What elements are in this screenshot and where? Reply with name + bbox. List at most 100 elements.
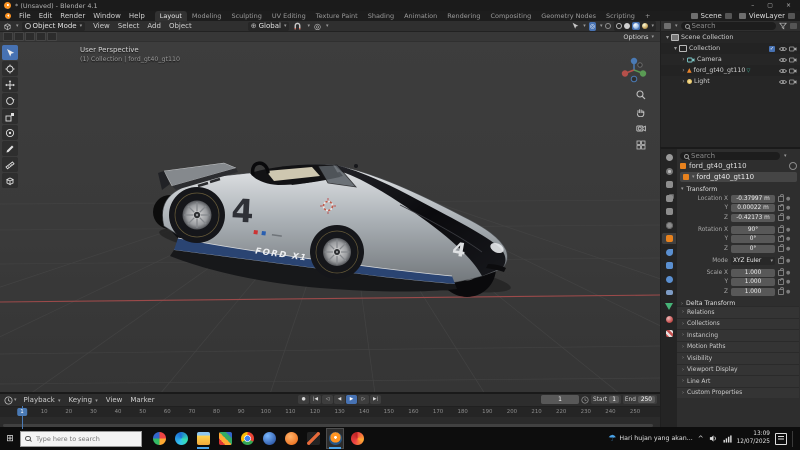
render-properties-tab[interactable]: [662, 166, 676, 177]
gizmo-dropdown-icon[interactable]: [571, 22, 579, 30]
gizmo-x-axis[interactable]: [621, 70, 629, 77]
cursor-tool[interactable]: [2, 61, 18, 76]
camera-view-icon[interactable]: [636, 124, 646, 135]
section-motion-paths[interactable]: › Motion Paths: [677, 340, 799, 352]
field-decorators[interactable]: ●: [778, 277, 790, 286]
gizmo-z-axis[interactable]: [630, 57, 638, 65]
snap-caret[interactable]: ▾: [307, 23, 310, 29]
view-layer-properties-tab[interactable]: [662, 193, 676, 204]
field-decorators[interactable]: ●: [778, 234, 790, 243]
field-decorators[interactable]: ●: [778, 225, 790, 233]
field-decorators[interactable]: ●: [778, 213, 790, 221]
properties-search[interactable]: Search: [680, 152, 780, 160]
car-model-render[interactable]: 4 4 FORD X1: [150, 160, 520, 347]
add-cube-tool[interactable]: [2, 173, 18, 188]
outliner-item-scene-collection[interactable]: ▾ Scene Collection: [661, 32, 800, 43]
workspace-tab-compositing[interactable]: Compositing: [485, 11, 536, 21]
play-reverse-button[interactable]: ◀: [334, 395, 345, 404]
taskbar-blender-button[interactable]: [326, 428, 344, 449]
hidden-icons-chevron[interactable]: ^: [698, 435, 704, 443]
particles-properties-tab[interactable]: [662, 260, 676, 271]
gizmo-axis-neg[interactable]: [637, 62, 643, 68]
workspace-tab-uv-editing[interactable]: UV Editing: [267, 11, 311, 21]
select-box-tool[interactable]: [2, 45, 18, 60]
auto-keying-button[interactable]: ●: [298, 395, 309, 404]
field-decorators[interactable]: ●: [778, 287, 790, 295]
transform-orientation-dropdown[interactable]: ⊕ Global ▾: [247, 21, 290, 31]
jump-to-start-button[interactable]: |◀: [310, 395, 321, 404]
render-visibility-icon[interactable]: [789, 46, 797, 52]
taskbar-red-circle-app-button[interactable]: [348, 428, 366, 449]
transform-value-field[interactable]: -0.42173 m: [731, 213, 775, 222]
section-relations[interactable]: › Relations: [677, 306, 799, 318]
taskbar-search[interactable]: [20, 430, 142, 447]
pin-id-icon[interactable]: [789, 162, 797, 170]
render-visibility-icon[interactable]: [789, 68, 797, 74]
exclude-checkbox[interactable]: ✓: [769, 45, 775, 52]
transform-value-field[interactable]: 0.00022 m: [731, 204, 775, 213]
menu-file[interactable]: File: [15, 12, 35, 20]
workspace-tab-texture-paint[interactable]: Texture Paint: [311, 11, 363, 21]
workspace-tab-geometry-nodes[interactable]: Geometry Nodes: [536, 11, 601, 21]
transform-value-field[interactable]: 90°: [731, 225, 775, 234]
section-viewport-display[interactable]: › Viewport Display: [677, 363, 799, 375]
action-center-icon[interactable]: [775, 432, 787, 445]
scale-tool[interactable]: [2, 109, 18, 124]
taskbar-blue-swirl-app-button[interactable]: [260, 428, 278, 449]
minimize-button[interactable]: –: [751, 2, 754, 9]
viewport-3d[interactable]: Options ▾ User Perspective (1) Collectio…: [0, 32, 660, 392]
timeline-editor-icon[interactable]: [4, 395, 13, 405]
view-layer-selector[interactable]: ViewLayer: [749, 12, 785, 20]
transform-value-field[interactable]: 0°: [731, 244, 775, 253]
gizmo-y-axis[interactable]: [639, 70, 647, 77]
rotate-tool[interactable]: [2, 93, 18, 108]
object-name-field[interactable]: ▾ ford_gt40_gt110: [680, 172, 797, 182]
outliner-search[interactable]: Search: [680, 22, 776, 30]
field-decorators[interactable]: ●: [778, 203, 790, 212]
viewport-menu-add[interactable]: Add: [143, 22, 165, 30]
workspace-tab-scripting[interactable]: Scripting: [601, 11, 640, 21]
texture-properties-tab[interactable]: [662, 328, 676, 339]
weather-widget[interactable]: ☂ Hari hujan yang akan...: [608, 434, 692, 444]
tool-properties-tab[interactable]: [662, 152, 676, 163]
hide-eye-icon[interactable]: [779, 57, 787, 63]
outliner-item-light[interactable]: › Light: [661, 76, 800, 87]
xray-toggle[interactable]: [605, 23, 612, 29]
volume-icon[interactable]: [709, 434, 718, 443]
end-frame-field[interactable]: End 250: [622, 395, 657, 404]
toggle-ortho-icon[interactable]: [636, 140, 646, 152]
menu-window[interactable]: Window: [89, 12, 125, 20]
collapse-icon[interactable]: ▾: [672, 45, 679, 52]
timeline-menu-playback[interactable]: Playback ▾: [20, 396, 65, 404]
workspace-tab-sculpting[interactable]: Sculpting: [226, 11, 266, 21]
expand-icon[interactable]: ›: [680, 67, 687, 74]
render-visibility-icon[interactable]: [789, 79, 797, 85]
hide-eye-icon[interactable]: [779, 68, 787, 74]
modifiers-properties-tab[interactable]: [662, 247, 676, 258]
taskbar-orange-app-button[interactable]: [282, 428, 300, 449]
rotation-mode-dropdown[interactable]: XYZ Euler ▾: [731, 256, 775, 265]
transform-value-field[interactable]: -0.37997 m: [731, 194, 775, 203]
overlays-toggle[interactable]: ◎: [588, 21, 596, 31]
object-properties-tab[interactable]: [662, 233, 676, 244]
timeline-editor-caret[interactable]: ▾: [14, 397, 17, 403]
workspace-tab-modeling[interactable]: Modeling: [187, 11, 227, 21]
add-workspace-button[interactable]: +: [640, 11, 655, 21]
taskbar-edge-button[interactable]: [172, 428, 190, 449]
zoom-icon[interactable]: [636, 90, 646, 102]
menu-help[interactable]: Help: [125, 12, 149, 20]
transform-value-field[interactable]: 0°: [731, 235, 775, 244]
expand-icon[interactable]: ›: [680, 78, 687, 85]
editor-type-icon[interactable]: [3, 22, 12, 31]
output-properties-tab[interactable]: [662, 179, 676, 190]
section-instancing[interactable]: › Instancing: [677, 329, 799, 341]
pan-hand-icon[interactable]: [636, 107, 646, 119]
taskbar-slash-app-button[interactable]: [304, 428, 322, 449]
data-properties-tab[interactable]: [662, 301, 676, 312]
taskbar-search-input[interactable]: [33, 433, 137, 444]
taskbar-pinwheel-app-button[interactable]: [150, 428, 168, 449]
unlink-scene-icon[interactable]: [724, 13, 732, 19]
annotate-tool[interactable]: [2, 141, 18, 156]
timeline-menu-view[interactable]: View: [102, 396, 127, 404]
outliner-item-collection[interactable]: ▾ Collection ✓: [661, 43, 800, 54]
